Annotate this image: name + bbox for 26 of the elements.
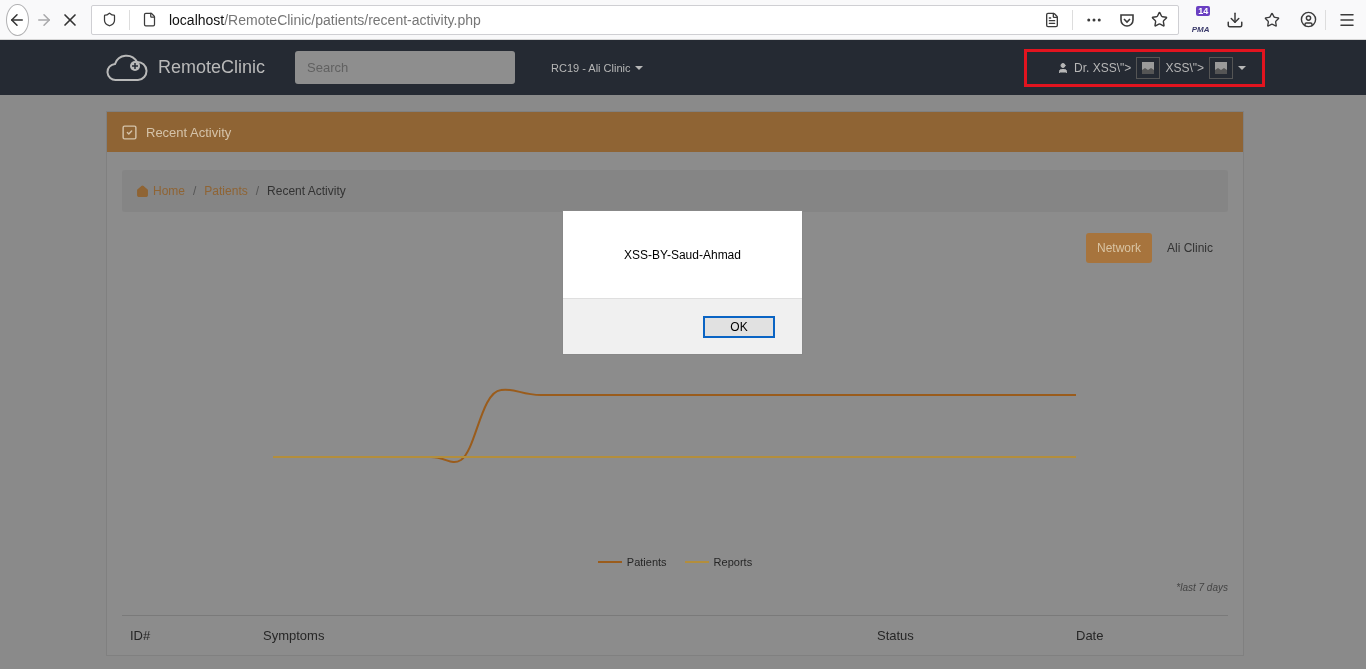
address-bar[interactable]: localhost/RemoteClinic/patients/recent-activity.php xyxy=(90,4,1179,35)
breadcrumb-separator: / xyxy=(255,184,260,198)
column-header: Status xyxy=(877,628,915,643)
breadcrumb-separator: / xyxy=(193,184,197,198)
breadcrumb-current: Recent Activity xyxy=(267,184,346,198)
back-button[interactable] xyxy=(6,3,29,36)
column-header: ID# xyxy=(130,628,152,643)
alert-message: XSS-BY-Saud-Ahmad xyxy=(624,247,741,262)
broken-image-icon xyxy=(1136,56,1161,79)
scope-tab[interactable]: Ali Clinic xyxy=(1156,233,1224,263)
clinic-menu[interactable]: RC19 - Ali Clinic xyxy=(545,60,649,75)
checkbox-icon xyxy=(121,123,138,141)
card-title: Recent Activity xyxy=(146,124,232,140)
brand-name[interactable]: RemoteClinic xyxy=(158,57,266,78)
column-header: Symptoms xyxy=(263,628,326,643)
url-text: localhost/RemoteClinic/patients/recent-activity.php xyxy=(168,11,482,28)
user-menu[interactable]: Dr. XSS\"> XSS\"> xyxy=(1024,48,1265,87)
legend-item: Patients xyxy=(597,556,667,568)
home-icon xyxy=(136,184,149,198)
legend-item: Reports xyxy=(684,556,753,568)
period-note: *last 7 days xyxy=(1175,582,1228,593)
broken-image-icon xyxy=(1209,56,1233,79)
ok-button[interactable]: OK xyxy=(703,315,775,338)
column-header: Date xyxy=(1076,628,1105,643)
user-icon xyxy=(1057,61,1070,74)
cloud-logo-icon xyxy=(106,53,148,82)
